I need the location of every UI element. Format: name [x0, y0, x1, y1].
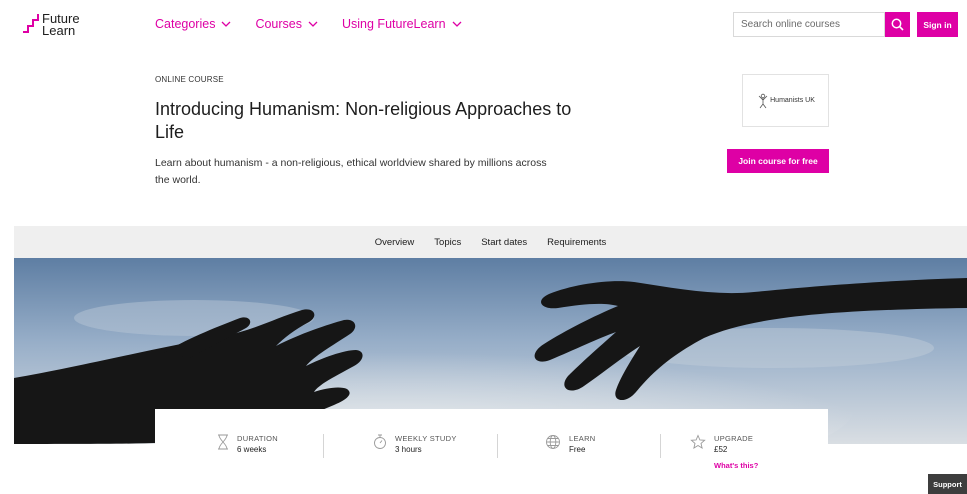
search-icon — [891, 18, 904, 31]
stat-divider — [660, 434, 661, 458]
main-nav: Categories Courses Using FutureLearn — [155, 17, 486, 31]
nav-categories-label: Categories — [155, 17, 216, 31]
stat-divider — [497, 434, 498, 458]
site-header: Future Learn Categories Courses Using Fu… — [0, 0, 967, 50]
stat-upgrade-value: £52 — [714, 445, 728, 454]
tab-start-dates[interactable]: Start dates — [481, 237, 527, 248]
chevron-down-icon — [452, 21, 461, 27]
logo-steps-icon — [23, 14, 39, 33]
partner-logo-card[interactable]: Humanists UK — [742, 74, 829, 127]
stat-duration-value: 6 weeks — [237, 445, 267, 454]
stat-learn-value: Free — [569, 445, 586, 454]
chevron-down-icon — [308, 21, 318, 27]
nav-categories[interactable]: Categories — [155, 17, 231, 31]
globe-icon — [546, 435, 560, 449]
futurelearn-logo[interactable]: Future Learn — [22, 12, 80, 37]
course-stats-card: DURATION 6 weeks WEEKLY STUDY 3 hours LE… — [155, 409, 828, 494]
tab-requirements[interactable]: Requirements — [547, 237, 606, 248]
stat-duration: DURATION 6 weeks — [217, 434, 278, 456]
stat-upgrade: UPGRADE £52 What's this? — [690, 434, 758, 473]
star-icon — [690, 434, 706, 449]
page-title: Introducing Humanism: Non-religious Appr… — [155, 99, 572, 142]
course-subnav: Overview Topics Start dates Requirements — [14, 226, 967, 258]
stopwatch-icon — [374, 434, 386, 449]
tab-overview[interactable]: Overview — [375, 237, 415, 248]
stat-learn: LEARN Free — [545, 434, 596, 456]
stat-weekly-study: WEEKLY STUDY 3 hours — [373, 434, 457, 456]
hourglass-icon — [218, 434, 228, 450]
nav-courses[interactable]: Courses — [255, 17, 318, 31]
partner-name: Humanists UK — [770, 97, 815, 104]
support-button[interactable]: Support — [928, 474, 967, 494]
nav-courses-label: Courses — [255, 17, 302, 31]
search-input[interactable] — [733, 12, 885, 37]
chevron-down-icon — [221, 21, 231, 27]
stat-duration-label: DURATION — [237, 434, 279, 443]
stat-weekly-study-label: WEEKLY STUDY — [395, 434, 457, 443]
course-description: Learn about humanism - a non-religious, … — [155, 157, 547, 186]
stat-upgrade-label: UPGRADE — [714, 434, 754, 443]
course-type-label: ONLINE COURSE — [155, 75, 224, 84]
stat-weekly-study-value: 3 hours — [395, 445, 422, 454]
logo-line-2: Learn — [42, 23, 76, 38]
search-button[interactable] — [885, 12, 910, 37]
humanist-figure-icon — [758, 93, 768, 108]
nav-using-futurelearn[interactable]: Using FutureLearn — [342, 17, 462, 31]
join-course-button[interactable]: Join course for free — [727, 149, 829, 173]
sign-in-button[interactable]: Sign in — [917, 12, 958, 37]
stat-learn-label: LEARN — [569, 434, 596, 443]
nav-using-futurelearn-label: Using FutureLearn — [342, 17, 446, 31]
stat-divider — [323, 434, 324, 458]
tab-topics[interactable]: Topics — [434, 237, 461, 248]
whats-this-link[interactable]: What's this? — [714, 459, 758, 473]
